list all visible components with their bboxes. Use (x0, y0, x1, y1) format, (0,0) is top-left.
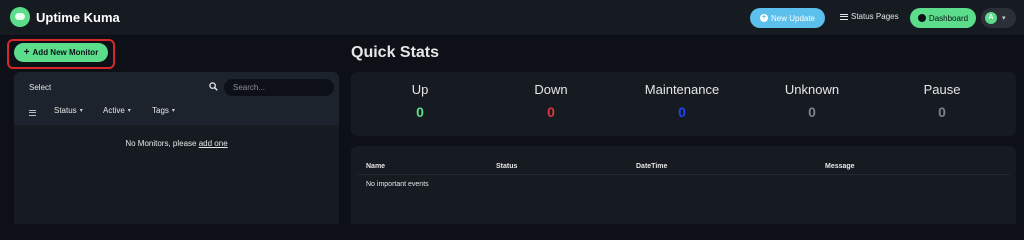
tags-filter-label: Tags (152, 106, 169, 115)
empty-monitors-text: No Monitors, please (125, 139, 197, 148)
no-events-message: No important events (366, 181, 429, 188)
plus-circle-icon: + (759, 14, 768, 22)
divider (357, 174, 1010, 175)
new-update-button[interactable]: + New Update (750, 8, 825, 28)
stat-up: Up 0 (355, 82, 485, 120)
filter-icon[interactable] (29, 108, 36, 117)
user-menu-dropdown[interactable]: A ▾ (981, 8, 1016, 28)
status-pages-link[interactable]: Status Pages (840, 12, 899, 21)
new-update-label: New Update (770, 13, 816, 23)
chevron-down-icon: ▾ (79, 108, 83, 114)
empty-monitors-message: No Monitors, please add one (14, 139, 339, 148)
add-new-monitor-label: Add New Monitor (32, 48, 99, 57)
column-header-message[interactable]: Message (825, 163, 855, 170)
plus-icon: + (23, 47, 30, 58)
add-new-monitor-button[interactable]: + Add New Monitor (14, 43, 108, 62)
status-filter-dropdown[interactable]: Status ▾ (54, 106, 83, 115)
quick-stats-title: Quick Stats (351, 44, 440, 61)
stat-label: Unknown (784, 82, 840, 97)
active-filter-dropdown[interactable]: Active ▾ (103, 106, 131, 115)
active-filter-label: Active (103, 106, 125, 115)
select-toggle[interactable]: Select (29, 83, 51, 92)
add-one-link[interactable]: add one (199, 139, 228, 148)
menu-lines-icon (840, 12, 848, 21)
status-pages-label: Status Pages (851, 12, 899, 21)
top-navbar: Uptime Kuma + New Update Status Pages Da… (0, 0, 1024, 36)
status-filter-label: Status (54, 106, 77, 115)
stat-label: Pause (923, 82, 961, 97)
stat-label: Up (411, 82, 429, 97)
app-logo-icon (10, 7, 30, 27)
stat-unknown: Unknown 0 (747, 82, 877, 120)
tags-filter-dropdown[interactable]: Tags ▾ (152, 106, 175, 115)
monitor-list-panel: Select Status ▾ Active ▾ Tags ▾ No Monit… (14, 72, 339, 224)
dashboard-button[interactable]: Dashboard (910, 8, 976, 28)
brand[interactable]: Uptime Kuma (10, 7, 120, 27)
stat-value: 0 (416, 104, 424, 120)
stat-value: 0 (808, 104, 816, 120)
search-input[interactable] (224, 79, 334, 96)
monitor-list-toolbar: Select Status ▾ Active ▾ Tags ▾ (14, 72, 339, 125)
search-icon (209, 82, 218, 91)
quick-stats-panel: Up 0 Down 0 Maintenance 0 Unknown 0 Paus… (351, 72, 1016, 136)
chevron-down-icon: ▾ (1002, 15, 1006, 22)
column-header-status[interactable]: Status (496, 163, 517, 170)
avatar: A (985, 12, 997, 24)
stat-down: Down 0 (486, 82, 616, 120)
dashboard-label: Dashboard (928, 13, 969, 23)
stat-value: 0 (678, 104, 686, 120)
stat-label: Down (534, 82, 568, 97)
column-header-datetime[interactable]: DateTime (636, 163, 667, 170)
stat-pause: Pause 0 (877, 82, 1007, 120)
gauge-icon (917, 14, 926, 22)
app-name: Uptime Kuma (36, 9, 120, 25)
stat-value: 0 (938, 104, 946, 120)
stat-label: Maintenance (644, 82, 720, 97)
chevron-down-icon: ▾ (171, 108, 175, 114)
chevron-down-icon: ▾ (127, 108, 131, 114)
column-header-name[interactable]: Name (366, 163, 385, 170)
important-events-table: Name Status DateTime Message No importan… (351, 146, 1016, 224)
stat-maintenance: Maintenance 0 (617, 82, 747, 120)
stat-value: 0 (547, 104, 555, 120)
